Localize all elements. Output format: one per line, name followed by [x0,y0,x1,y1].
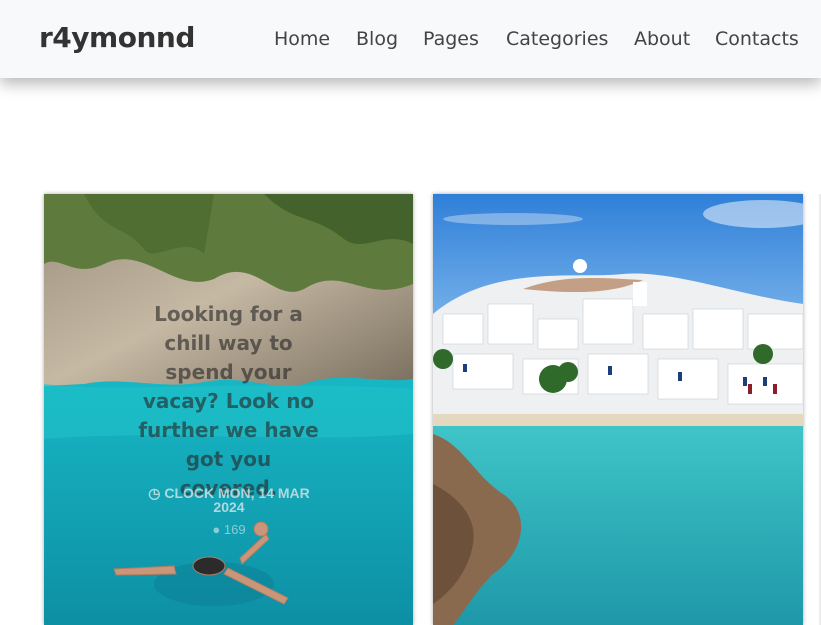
card-headline: Looking for a chill way to spend your va… [138,302,319,500]
blog-card-2[interactable] [433,194,803,625]
navbar: r4ymonnd Home Blog Pages Categories Abou… [0,0,821,78]
eye-icon: ● [212,522,221,537]
card-date-text: CLOCK MON, 14 MAR 2024 [164,485,310,515]
blog-card-1[interactable]: Looking for a chill way to spend your va… [44,194,413,625]
nav-contacts[interactable]: Contacts [715,28,799,50]
nav-categories[interactable]: Categories [506,28,608,50]
island-village-image [433,194,803,625]
nav-home[interactable]: Home [274,28,330,50]
view-count-text: 169 [223,522,246,537]
nav-blog[interactable]: Blog [356,28,398,50]
nav-pages[interactable]: Pages [423,28,479,50]
view-count: ● 169 [204,522,254,537]
nav-about[interactable]: About [634,28,690,50]
clock-icon: ◷ [148,485,161,501]
card-date: ◷ CLOCK MON, 14 MAR 2024 [144,486,314,514]
nav-links: Home Blog Pages Categories About Contact… [0,0,821,78]
